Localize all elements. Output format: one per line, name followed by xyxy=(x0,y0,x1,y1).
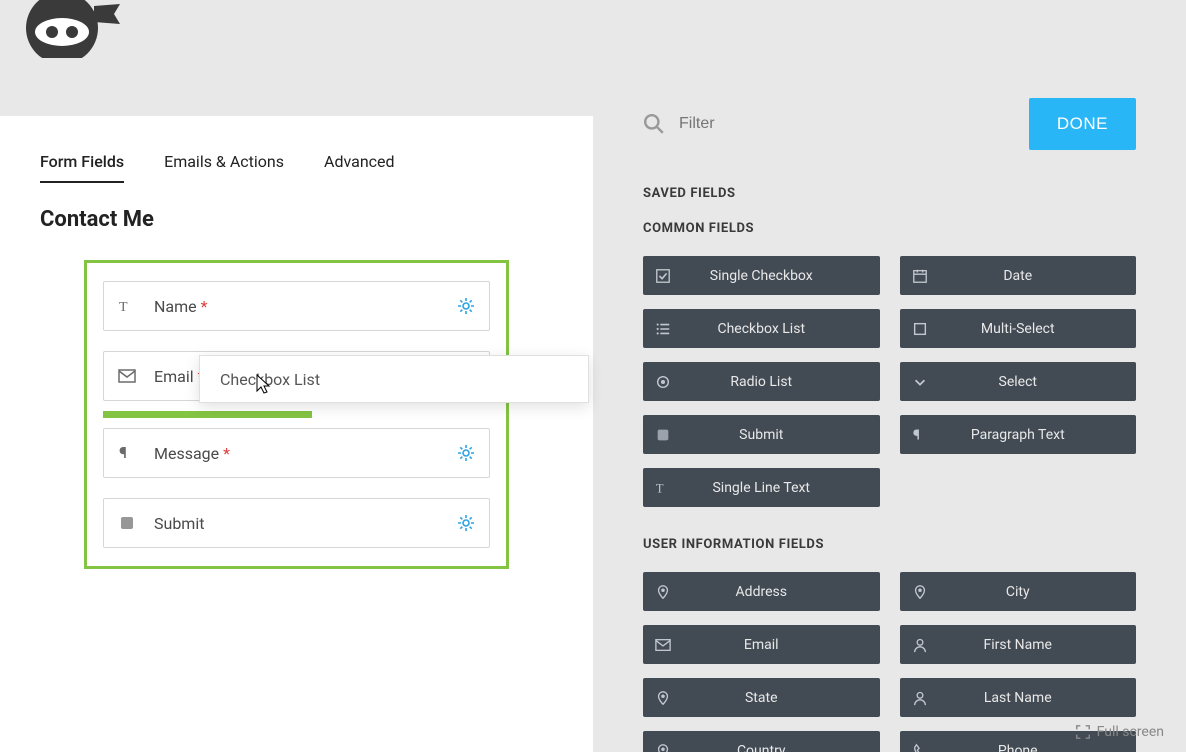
field-card-single-checkbox[interactable]: Single Checkbox xyxy=(643,256,880,295)
form-title[interactable]: Contact Me xyxy=(0,183,593,232)
square-icon xyxy=(655,427,671,443)
list-icon xyxy=(655,321,671,337)
field-card-paragraph-text[interactable]: Paragraph Text xyxy=(900,415,1137,454)
field-card-submit[interactable]: Submit xyxy=(643,415,880,454)
user-icon xyxy=(912,690,928,706)
section-user-info-fields: USER INFORMATION FIELDS xyxy=(643,537,1136,552)
field-card-state[interactable]: State xyxy=(643,678,880,717)
field-card-label: Paragraph Text xyxy=(971,427,1065,443)
field-card-label: City xyxy=(1006,584,1030,600)
check-square-icon xyxy=(655,268,671,284)
paragraph-icon xyxy=(118,444,136,462)
section-saved-fields: SAVED FIELDS xyxy=(643,186,1136,201)
tab-advanced[interactable]: Advanced xyxy=(324,152,395,183)
tab-form-fields[interactable]: Form Fields xyxy=(40,152,124,183)
ninja-logo xyxy=(22,0,122,58)
field-card-country[interactable]: Country xyxy=(643,731,880,752)
pin-icon xyxy=(655,743,671,752)
gear-icon[interactable] xyxy=(457,514,475,532)
tab-emails-actions[interactable]: Emails & Actions xyxy=(164,152,284,183)
field-label: Submit xyxy=(154,514,204,533)
expand-icon xyxy=(1075,724,1091,740)
filter-input[interactable] xyxy=(679,115,879,133)
search-icon xyxy=(643,113,665,135)
field-card-label: Last Name xyxy=(984,690,1052,706)
mail-icon xyxy=(118,367,136,385)
field-card-radio-list[interactable]: Radio List xyxy=(643,362,880,401)
field-card-single-line-text[interactable]: Single Line Text xyxy=(643,468,880,507)
gear-icon[interactable] xyxy=(457,444,475,462)
field-card-label: Email xyxy=(744,637,779,653)
field-library-panel: DONE SAVED FIELDS COMMON FIELDS Single C… xyxy=(593,58,1186,752)
field-card-label: Address xyxy=(736,584,787,600)
text-icon xyxy=(118,297,136,315)
full-screen-toggle[interactable]: Full screen xyxy=(1075,724,1164,740)
radio-icon xyxy=(655,374,671,390)
calendar-icon xyxy=(912,268,928,284)
field-card-label: State xyxy=(745,690,778,706)
field-card-label: First Name xyxy=(984,637,1052,653)
square-outline-icon xyxy=(912,321,928,337)
field-label: Name* xyxy=(154,297,208,316)
field-card-first-name[interactable]: First Name xyxy=(900,625,1137,664)
field-card-label: Select xyxy=(999,374,1037,390)
field-card-label: Checkbox List xyxy=(717,321,805,337)
form-builder-panel: Form Fields Emails & Actions Advanced Co… xyxy=(0,116,593,752)
paragraph-icon xyxy=(912,427,928,443)
field-label: Message* xyxy=(154,444,230,463)
field-card-label: Radio List xyxy=(730,374,792,390)
field-card-label: Submit xyxy=(739,427,783,443)
field-row-message[interactable]: Message* xyxy=(103,428,490,478)
user-icon xyxy=(912,637,928,653)
form-canvas[interactable]: Name* Email* Message* Submit xyxy=(84,260,509,569)
field-card-label: Multi-Select xyxy=(981,321,1055,337)
field-card-email[interactable]: Email xyxy=(643,625,880,664)
field-label: Email* xyxy=(154,367,205,386)
field-card-date[interactable]: Date xyxy=(900,256,1137,295)
square-icon xyxy=(118,514,136,532)
chevron-down-icon xyxy=(912,374,928,390)
field-card-label: Single Checkbox xyxy=(710,268,813,284)
gear-icon[interactable] xyxy=(457,297,475,315)
field-card-checkbox-list[interactable]: Checkbox List xyxy=(643,309,880,348)
pin-icon xyxy=(912,584,928,600)
field-card-last-name[interactable]: Last Name xyxy=(900,678,1137,717)
mail-icon xyxy=(655,637,671,653)
done-button[interactable]: DONE xyxy=(1029,98,1136,150)
field-card-address[interactable]: Address xyxy=(643,572,880,611)
field-card-label: Date xyxy=(1003,268,1032,284)
field-card-label: Single Line Text xyxy=(712,480,810,496)
field-card-multi-select[interactable]: Multi-Select xyxy=(900,309,1137,348)
field-card-label: Country xyxy=(737,743,786,752)
phone-icon xyxy=(912,743,928,752)
section-common-fields: COMMON FIELDS xyxy=(643,221,1136,236)
field-card-city[interactable]: City xyxy=(900,572,1137,611)
field-card-select[interactable]: Select xyxy=(900,362,1137,401)
drop-indicator xyxy=(103,411,312,418)
pin-icon xyxy=(655,584,671,600)
pin-icon xyxy=(655,690,671,706)
text-icon xyxy=(655,480,671,496)
field-card-label: Phone xyxy=(998,743,1038,752)
field-row-name[interactable]: Name* xyxy=(103,281,490,331)
field-row-submit[interactable]: Submit xyxy=(103,498,490,548)
drag-ghost-checkbox-list: Checkbox List xyxy=(199,355,589,403)
